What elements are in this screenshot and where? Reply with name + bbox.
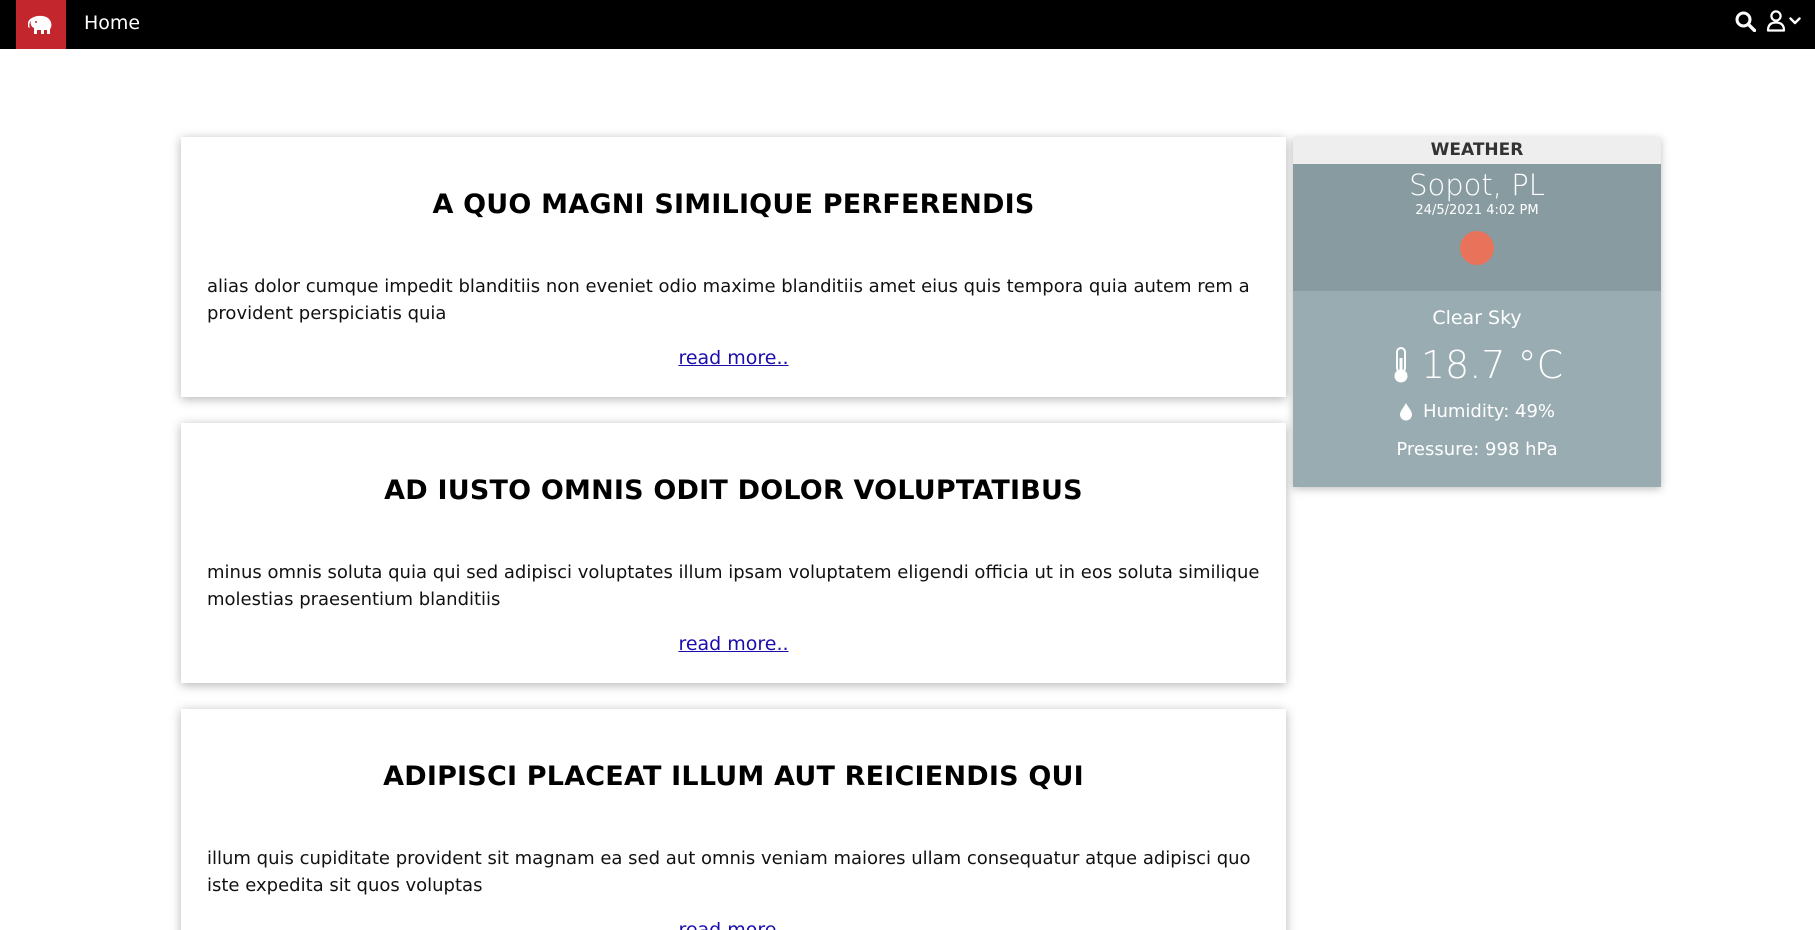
weather-datetime: 24/5/2021 4:02 PM — [1415, 203, 1539, 218]
chevron-down-icon — [1789, 17, 1801, 25]
read-more-link[interactable]: read more.. — [678, 919, 788, 930]
user-icon — [1766, 10, 1786, 32]
weather-widget: WEATHER Sopot, PL 24/5/2021 4:02 PM Clea… — [1293, 137, 1661, 487]
post-title: ADIPISCI PLACEAT ILLUM AUT REICIENDIS QU… — [383, 761, 1084, 792]
weather-location-panel: Sopot, PL 24/5/2021 4:02 PM — [1293, 164, 1661, 291]
post-title: AD IUSTO OMNIS ODIT DOLOR VOLUPTATIBUS — [384, 475, 1083, 506]
post-excerpt: minus omnis soluta quia qui sed adipisci… — [207, 562, 1260, 610]
elephant-logo-icon — [28, 15, 52, 34]
post-title: A QUO MAGNI SIMILIQUE PERFERENDIS — [432, 189, 1035, 220]
droplet-icon — [1399, 403, 1412, 421]
weather-condition: Clear Sky — [1432, 307, 1522, 329]
post-card: ADIPISCI PLACEAT ILLUM AUT REICIENDIS QU… — [181, 709, 1286, 930]
sun-icon — [1460, 231, 1494, 265]
user-menu-button[interactable] — [1766, 10, 1801, 32]
weather-header: WEATHER — [1293, 137, 1661, 164]
brand-logo[interactable] — [16, 0, 66, 49]
thermometer-icon — [1394, 347, 1408, 383]
post-excerpt: illum quis cupiditate provident sit magn… — [207, 848, 1251, 896]
weather-temperature: 18.7 °C — [1420, 343, 1564, 387]
weather-city: Sopot, PL — [1409, 168, 1545, 202]
search-icon — [1735, 11, 1756, 32]
post-card: A QUO MAGNI SIMILIQUE PERFERENDIS alias … — [181, 137, 1286, 397]
weather-pressure: Pressure: 998 hPa — [1396, 439, 1558, 460]
weather-details-panel: Clear Sky 18.7 °C Humidity: 49% Pressure… — [1293, 291, 1661, 487]
post-excerpt: alias dolor cumque impedit blanditiis no… — [207, 276, 1250, 324]
top-navbar: Home — [0, 0, 1815, 49]
read-more-link[interactable]: read more.. — [678, 633, 788, 655]
post-card: AD IUSTO OMNIS ODIT DOLOR VOLUPTATIBUS m… — [181, 423, 1286, 683]
search-button[interactable] — [1735, 11, 1756, 32]
read-more-link[interactable]: read more.. — [678, 347, 788, 369]
weather-humidity: Humidity: 49% — [1422, 401, 1556, 422]
nav-home-link[interactable]: Home — [84, 12, 140, 34]
